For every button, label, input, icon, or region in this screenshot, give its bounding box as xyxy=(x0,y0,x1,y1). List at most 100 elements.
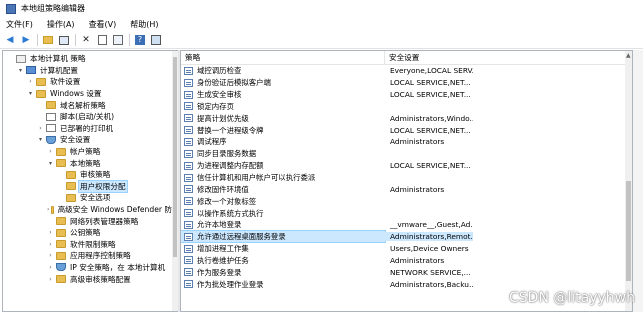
list-scrollbar[interactable]: ▲ xyxy=(625,51,632,311)
table-row[interactable]: 以操作系统方式执行 xyxy=(181,207,627,219)
tree-node[interactable]: 用户权限分配 xyxy=(3,179,173,193)
collapsed-chevron-icon[interactable]: › xyxy=(27,78,34,85)
expanded-chevron-icon[interactable]: ▾ xyxy=(47,160,54,167)
tree-node[interactable]: 网络列表管理器策略 xyxy=(3,215,173,227)
table-row[interactable]: 生成安全审核 LOCAL SERVICE,NET... xyxy=(181,89,627,101)
security-setting-cell: NETWORK SERVICE,... xyxy=(390,267,471,277)
up-folder-icon[interactable] xyxy=(42,34,54,46)
export-list-icon[interactable] xyxy=(112,34,124,46)
forward-arrow-icon[interactable]: ▶ xyxy=(20,34,32,46)
policy-cell: 生成安全审核 xyxy=(181,89,385,100)
tree-node[interactable]: › 软件设置 xyxy=(3,76,173,88)
policy-name: 修改固件环境值 xyxy=(197,184,249,194)
table-row[interactable]: 作为批处理作业登录 Administrators,Backu... xyxy=(181,278,627,290)
tree-node[interactable]: 安全选项 xyxy=(3,192,173,204)
collapsed-chevron-icon[interactable]: › xyxy=(47,148,54,155)
table-row[interactable]: 允许通过远程桌面服务登录 Administrators,Remot... xyxy=(181,230,627,244)
tree-node[interactable]: ▾ 本地策略 xyxy=(3,157,173,169)
tree-node[interactable]: › 已部署的打印机 xyxy=(3,123,173,135)
gpedit-app-icon xyxy=(6,3,16,14)
policy-icon xyxy=(16,54,26,63)
menu-help[interactable]: 帮助(H) xyxy=(130,19,158,30)
show-hide-tree-icon[interactable] xyxy=(58,34,70,46)
expanded-chevron-icon[interactable]: ▾ xyxy=(37,136,44,143)
table-row[interactable]: 身份验证后模拟客户端 LOCAL SERVICE,NET... xyxy=(181,77,627,89)
table-row[interactable]: 增加进程工作集 Users,Device Owners xyxy=(181,243,627,255)
policy-name: 调试程序 xyxy=(197,137,227,147)
table-row[interactable]: 作为服务登录 NETWORK SERVICE,... xyxy=(181,266,627,278)
menu-view[interactable]: 查看(V) xyxy=(89,19,117,30)
table-row[interactable]: 域控调历检查 Everyone,LOCAL SERV... xyxy=(181,65,627,77)
console-icon[interactable] xyxy=(150,34,162,46)
tree-node[interactable]: ▾ 安全设置 xyxy=(3,134,173,146)
table-row[interactable]: 修改一个对象标签 xyxy=(181,195,627,207)
policy-name: 提高计划优先级 xyxy=(197,113,249,123)
folder-icon xyxy=(56,251,66,260)
tree-node[interactable]: › 帐户策略 xyxy=(3,146,173,158)
folder-icon xyxy=(56,217,66,226)
table-row[interactable]: 为进程调整内存配额 LOCAL SERVICE,NET... xyxy=(181,160,627,172)
collapsed-chevron-icon[interactable]: › xyxy=(47,276,54,283)
folder-icon xyxy=(66,193,76,202)
security-setting-cell: Administrators xyxy=(390,255,445,265)
expanded-chevron-icon[interactable]: ▾ xyxy=(17,67,24,74)
toolbar-separator xyxy=(129,34,130,46)
window-title: 本地组策略编辑器 xyxy=(21,4,85,13)
policy-cell: 执行卷维护任务 xyxy=(181,255,385,266)
tree-node[interactable]: 审核策略 xyxy=(3,169,173,181)
tree-node[interactable]: › 高级审核策略配置 xyxy=(3,273,173,285)
list-scrollbar-thumb[interactable] xyxy=(626,181,631,281)
table-row[interactable]: 允许本地登录 __vmware__,Guest,Ad... xyxy=(181,219,627,231)
policy-cell: 增加进程工作集 xyxy=(181,243,385,254)
tree-node-label: 安全选项 xyxy=(80,193,111,203)
table-row[interactable]: 锁定内存页 xyxy=(181,101,627,113)
properties-icon[interactable] xyxy=(96,34,108,46)
tree-node-label: 本地策略 xyxy=(70,158,101,168)
tree-node[interactable]: ▾ Windows 设置 xyxy=(3,88,173,100)
collapsed-chevron-icon[interactable]: › xyxy=(47,252,54,259)
help-icon[interactable]: ? xyxy=(134,34,146,46)
policy-item-icon xyxy=(184,244,193,253)
tree-node[interactable]: › 公钥策略 xyxy=(3,227,173,239)
doc-icon xyxy=(46,112,56,121)
policy-name: 域控调历检查 xyxy=(197,66,242,76)
scroll-up-icon[interactable]: ▲ xyxy=(626,52,631,59)
tree-node[interactable]: 脚本(启动/关机) xyxy=(3,111,173,123)
no-twisty xyxy=(57,171,64,178)
expanded-chevron-icon[interactable]: ▾ xyxy=(27,90,34,97)
collapsed-chevron-icon[interactable]: › xyxy=(47,206,49,213)
menu-action[interactable]: 操作(A) xyxy=(47,19,75,30)
table-row[interactable]: 提高计划优先级 Administrators,Windo... xyxy=(181,112,627,124)
collapsed-chevron-icon[interactable]: › xyxy=(47,264,54,271)
tree-scrollbar-thumb[interactable] xyxy=(173,57,177,257)
policy-name: 替换一个进程级令牌 xyxy=(197,125,264,135)
menu-file[interactable]: 文件(F) xyxy=(6,19,33,30)
delete-icon[interactable]: ✕ xyxy=(80,34,92,46)
table-row[interactable]: 信任计算机和用户帐户可以执行委派 xyxy=(181,172,627,184)
tree-node[interactable]: › 软件限制策略 xyxy=(3,239,173,251)
collapsed-chevron-icon[interactable]: › xyxy=(37,125,44,132)
tree-node[interactable]: › IP 安全策略，在 本地计算机 xyxy=(3,262,173,274)
table-row[interactable]: 修改固件环境值 Administrators xyxy=(181,183,627,195)
tree-node[interactable]: ▾ 计算机配置 xyxy=(3,65,173,77)
policy-name: 执行卷维护任务 xyxy=(197,255,249,265)
policy-cell: 调试程序 xyxy=(181,136,385,147)
tree-node[interactable]: 域名解析策略 xyxy=(3,99,173,111)
table-row[interactable]: 同步目录服务数据 xyxy=(181,148,627,160)
table-row[interactable]: 替换一个进程级令牌 LOCAL SERVICE,NET... xyxy=(181,124,627,136)
tree-node-label: 软件限制策略 xyxy=(70,239,116,249)
table-row[interactable]: 调试程序 Administrators xyxy=(181,136,627,148)
list-header: ⌃ 策略 安全设置 xyxy=(181,51,632,65)
policy-name: 修改一个对象标签 xyxy=(197,196,257,206)
column-header-setting[interactable]: 安全设置 xyxy=(385,51,625,65)
no-twisty xyxy=(47,218,54,225)
tree-node[interactable]: › 应用程序控制策略 xyxy=(3,250,173,262)
back-arrow-icon[interactable]: ◀ xyxy=(4,34,16,46)
policy-item-icon xyxy=(184,256,193,265)
collapsed-chevron-icon[interactable]: › xyxy=(47,241,54,248)
tree-node[interactable]: 本地计算机 策略 xyxy=(3,53,173,65)
table-row[interactable]: 执行卷维护任务 Administrators xyxy=(181,255,627,267)
policy-item-icon xyxy=(184,126,193,135)
collapsed-chevron-icon[interactable]: › xyxy=(47,229,54,236)
tree-node[interactable]: › 高级安全 Windows Defender 防 xyxy=(3,204,173,216)
